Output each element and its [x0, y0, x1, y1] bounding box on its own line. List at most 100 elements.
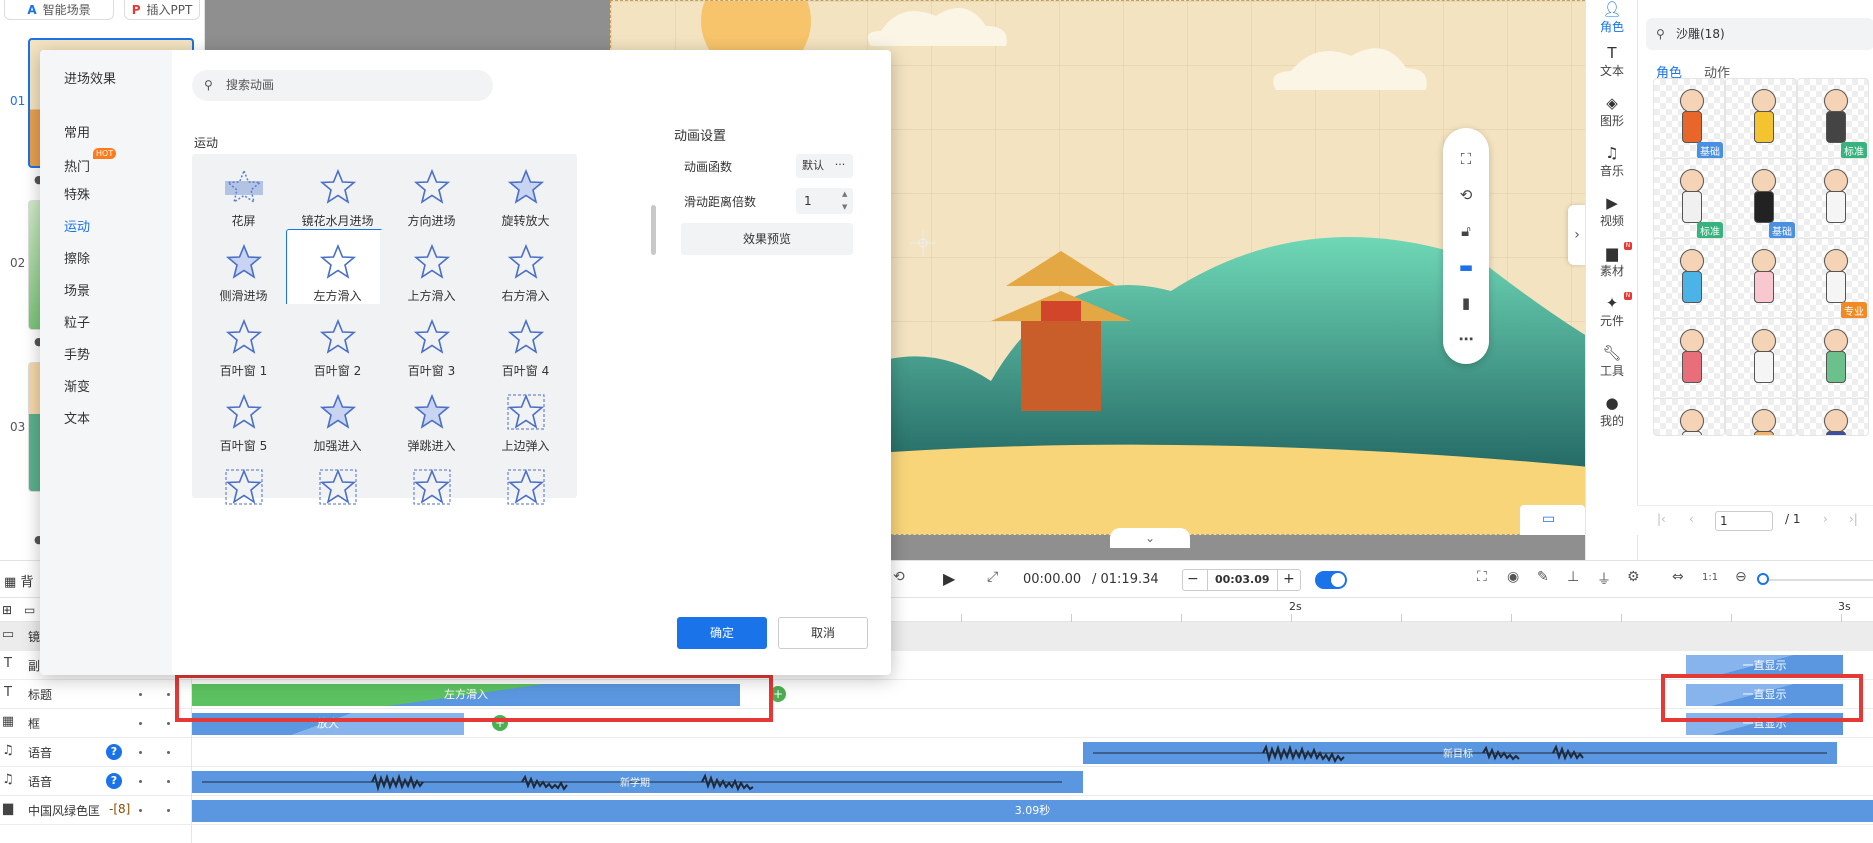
help-icon[interactable]: ? — [106, 744, 122, 760]
zoom-slider-handle[interactable] — [1757, 573, 1769, 585]
next-page-icon[interactable]: › — [1823, 512, 1828, 526]
nav-item-shape[interactable]: ◈ 图形 — [1586, 94, 1638, 129]
tab-background[interactable]: ▦ 背 — [4, 571, 33, 590]
visibility-dot[interactable] — [139, 693, 142, 696]
stepper-down-icon[interactable]: ▼ — [842, 203, 847, 211]
character-card[interactable]: 基础 — [1653, 78, 1725, 162]
category-item[interactable]: 场景 — [64, 280, 90, 299]
category-item[interactable]: 手势 — [64, 344, 90, 363]
effect-tile[interactable]: 百叶窗 3 — [380, 304, 483, 386]
add-track-icon[interactable]: ⊞ — [2, 603, 12, 617]
visibility-dot[interactable] — [139, 722, 142, 725]
fit-width-icon[interactable]: ⇔ — [1672, 569, 1684, 585]
cancel-button[interactable]: 取消 — [778, 617, 868, 649]
zoom-out-icon[interactable]: ⊖ — [1735, 569, 1747, 585]
ratio-icon[interactable]: 1:1 — [1702, 572, 1718, 583]
character-card[interactable] — [1725, 398, 1797, 436]
duration-value[interactable]: 00:03.09 — [1215, 573, 1270, 586]
visibility-dot[interactable] — [139, 751, 142, 754]
character-card[interactable] — [1725, 78, 1797, 162]
character-card[interactable] — [1797, 318, 1869, 402]
category-item[interactable]: 文本 — [64, 408, 90, 427]
track-voice-2[interactable]: ♫ 语音 ? 新学期 — [0, 767, 1873, 796]
visibility-dot[interactable] — [139, 809, 142, 812]
category-item[interactable]: 热门 HOT — [64, 148, 117, 175]
lock-dot[interactable] — [167, 693, 170, 696]
effect-tile[interactable]: 旋转放大 — [474, 154, 577, 236]
confirm-button[interactable]: 确定 — [677, 617, 767, 649]
nav-item-music[interactable]: ♫ 音乐 — [1586, 144, 1638, 179]
lock-dot[interactable] — [167, 809, 170, 812]
track-voice-1[interactable]: ♫ 语音 ? 新目标 — [0, 738, 1873, 767]
scene-clip[interactable]: 3.09秒 — [192, 800, 1873, 822]
lock-dot[interactable] — [167, 751, 170, 754]
nav-item-role[interactable]: 👤︎ 角色 — [1586, 0, 1638, 35]
zoom-slider[interactable] — [1758, 579, 1873, 581]
character-card[interactable]: 基础 — [1725, 158, 1797, 242]
rotate-icon[interactable]: ⟲ — [1455, 184, 1477, 206]
character-card[interactable] — [1725, 318, 1797, 402]
unlock-icon[interactable]: 🔓︎ — [1455, 220, 1477, 242]
effect-tile[interactable]: 侧滑进场 — [192, 229, 295, 311]
fullscreen-icon[interactable]: ⤢ — [987, 569, 998, 585]
character-card[interactable]: 专业 — [1797, 238, 1869, 322]
stepper-up-icon[interactable]: ▲ — [842, 190, 847, 198]
effect-tile[interactable]: 左方滑入 — [286, 229, 389, 311]
snap-toggle[interactable] — [1315, 571, 1347, 589]
insert-ppt-button[interactable]: P 插入PPT — [124, 0, 200, 20]
effect-tile[interactable]: 镜花水月进场 — [286, 154, 389, 236]
nav-item-component[interactable]: N ✦ 元件 — [1586, 292, 1638, 329]
nav-item-mine[interactable]: ● 我的 — [1586, 394, 1638, 429]
character-search-input[interactable]: ⚲ 沙雕(18) — [1646, 18, 1873, 50]
duration-minus-button[interactable]: − — [1187, 571, 1199, 587]
nav-item-material[interactable]: N ▆ 素材 — [1586, 242, 1638, 279]
camera-icon[interactable]: ◉ — [1507, 569, 1519, 585]
effect-tile[interactable]: 百叶窗 2 — [286, 304, 389, 386]
settings-icon[interactable]: ⚙ — [1627, 569, 1640, 585]
visibility-dot[interactable] — [139, 780, 142, 783]
effect-tile[interactable]: 右方滑入 — [474, 229, 577, 311]
character-card[interactable] — [1653, 238, 1725, 322]
lock-dot[interactable] — [167, 722, 170, 725]
prev-page-icon[interactable]: ‹ — [1689, 512, 1694, 526]
effect-tile[interactable]: 上方滑入 — [380, 229, 483, 311]
effect-tile[interactable]: 百叶窗 4 — [474, 304, 577, 386]
effect-preview-button[interactable]: 效果预览 — [681, 223, 853, 255]
replay-icon[interactable]: ⟲ — [893, 569, 905, 585]
character-card[interactable] — [1797, 398, 1869, 436]
canvas-collapse-button[interactable]: ⌄ — [1110, 528, 1190, 548]
nav-item-video[interactable]: ▶ 视频 — [1586, 194, 1638, 229]
effect-tile[interactable] — [474, 454, 577, 505]
smart-scene-button[interactable]: A 智能场景 — [4, 0, 114, 20]
effect-tile[interactable]: 百叶窗 1 — [192, 304, 295, 386]
category-item[interactable]: 运动 — [64, 216, 90, 235]
crop-icon[interactable]: ⛶ — [1477, 569, 1487, 585]
character-card[interactable] — [1797, 158, 1869, 242]
effect-tile[interactable]: 花屏 — [192, 154, 295, 236]
play-icon[interactable]: ▶ — [943, 569, 955, 588]
folder-icon[interactable]: ▭ — [24, 603, 35, 617]
category-item[interactable]: 擦除 — [64, 248, 90, 267]
effect-tile[interactable]: 百叶窗 5 — [192, 379, 295, 461]
edit-icon[interactable]: ✎ — [1537, 569, 1549, 585]
nav-item-text[interactable]: T 文本 — [1586, 44, 1638, 79]
character-card[interactable] — [1725, 238, 1797, 322]
effect-tile[interactable] — [192, 454, 295, 505]
mobile-icon[interactable]: ▮ — [1455, 292, 1477, 314]
voice-1-clip[interactable]: 新目标 — [1083, 742, 1837, 764]
desktop-icon[interactable]: ▬ — [1455, 256, 1477, 278]
effect-tile[interactable]: 弹跳进入 — [380, 379, 483, 461]
last-page-icon[interactable]: ›| — [1849, 512, 1858, 526]
panel-toggle-button[interactable]: › — [1568, 205, 1586, 265]
duration-plus-button[interactable]: + — [1283, 571, 1295, 587]
split-icon[interactable]: ⊥ — [1567, 569, 1579, 585]
duration-stepper[interactable]: − 00:03.09 + — [1182, 569, 1301, 591]
first-page-icon[interactable]: |‹ — [1657, 512, 1666, 526]
voice-2-clip[interactable]: 新学期 — [192, 771, 1083, 793]
effect-tile[interactable]: 方向进场 — [380, 154, 483, 236]
easing-more-button[interactable]: ··· — [827, 154, 853, 178]
track-scene[interactable]: ▆ 中国风绿色匡 -[8] 3.09秒 — [0, 796, 1873, 825]
nav-item-tools[interactable]: 🔧︎ 工具 — [1586, 344, 1638, 379]
device-preview[interactable]: ▭ — [1520, 505, 1585, 535]
more-icon[interactable]: ⋯ — [1455, 328, 1477, 350]
